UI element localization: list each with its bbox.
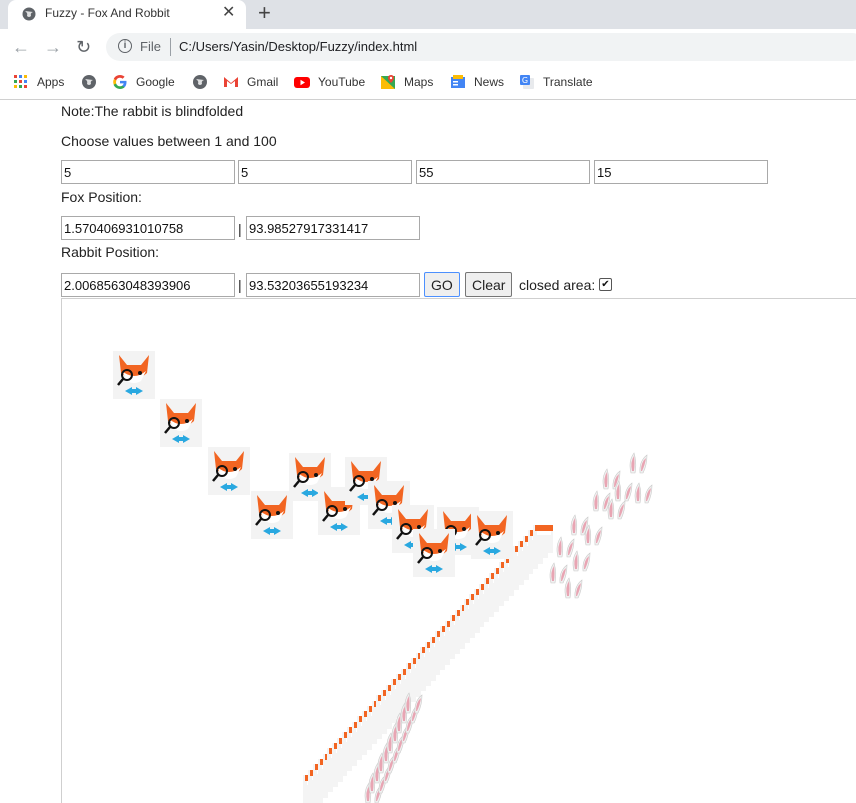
rabbit-position-label: Rabbit Position:: [61, 244, 160, 260]
translate-icon: G: [520, 75, 534, 89]
tab-close-icon[interactable]: ✕: [222, 4, 235, 22]
closed-area-label: closed area:: [519, 277, 596, 293]
forward-arrow-icon[interactable]: →: [44, 37, 62, 57]
reload-icon[interactable]: ↻: [76, 37, 91, 57]
google-icon: [113, 75, 127, 89]
maps-icon: [381, 75, 395, 89]
info-icon[interactable]: i: [118, 39, 132, 53]
value-input-4[interactable]: [594, 160, 768, 184]
tab-strip: Fuzzy - Fox And Robbit ✕ +: [0, 0, 856, 29]
page-content: Note:The rabbit is blindfolded Choose va…: [0, 100, 856, 803]
value-input-1[interactable]: [61, 160, 235, 184]
svg-text:G: G: [522, 76, 528, 85]
fox-sprite: [160, 399, 202, 452]
fox-sprite: [471, 511, 513, 564]
bookmarks-bar: Apps Google Gmail YouTube Maps News G Tr…: [0, 66, 856, 100]
instruction-text: Choose values between 1 and 100: [61, 133, 277, 149]
bookmark-label: Maps: [404, 75, 434, 89]
bookmark-label: Translate: [543, 75, 593, 89]
apps-grid-icon: [14, 75, 27, 88]
globe-icon: [22, 7, 36, 21]
bookmark-label: News: [474, 75, 505, 89]
rabbit-sprite: [561, 576, 585, 607]
bookmark-label: YouTube: [318, 75, 366, 89]
simulation-canvas: [61, 298, 856, 803]
closed-area-checkbox[interactable]: ✔: [599, 278, 612, 291]
fox-sprite: [251, 491, 293, 544]
note-text: Note:The rabbit is blindfolded: [61, 103, 244, 119]
globe-icon: [193, 75, 207, 89]
bookmark-label: Apps: [37, 75, 65, 89]
tab-title: Fuzzy - Fox And Robbit: [45, 6, 170, 20]
back-arrow-icon[interactable]: ←: [12, 37, 30, 57]
news-icon: [451, 75, 465, 88]
fox-sprite: [208, 447, 250, 500]
address-bar[interactable]: i File C:/Users/Yasin/Desktop/Fuzzy/inde…: [106, 33, 856, 61]
fox-y-input[interactable]: [246, 216, 420, 240]
fox-separator: |: [238, 221, 242, 237]
rabbit-sprite: [604, 497, 628, 528]
go-button[interactable]: GO: [424, 272, 460, 297]
omnibox-separator: [170, 38, 171, 56]
bookmark-label: Google: [136, 75, 175, 89]
clear-button[interactable]: Clear: [465, 272, 513, 297]
scheme-label: File: [140, 39, 161, 54]
rabbit-x-input[interactable]: [61, 273, 235, 297]
gmail-icon: [224, 77, 238, 87]
fox-sprite: [413, 529, 455, 582]
url-text[interactable]: C:/Users/Yasin/Desktop/Fuzzy/index.html: [179, 39, 417, 54]
value-input-2[interactable]: [238, 160, 412, 184]
globe-icon: [82, 75, 96, 89]
youtube-icon: [294, 77, 310, 88]
bookmark-label: Gmail: [247, 75, 279, 89]
rabbit-trail-sprite: [401, 691, 425, 722]
new-tab-button[interactable]: +: [258, 2, 271, 24]
fox-sprite: [113, 351, 155, 404]
fox-position-label: Fox Position:: [61, 189, 142, 205]
browser-toolbar: ← → ↻ i File C:/Users/Yasin/Desktop/Fuzz…: [0, 29, 856, 66]
fox-x-input[interactable]: [61, 216, 235, 240]
value-input-3[interactable]: [416, 160, 590, 184]
browser-tab[interactable]: Fuzzy - Fox And Robbit ✕: [8, 0, 246, 29]
rabbit-separator: |: [238, 277, 242, 293]
rabbit-sprite: [631, 481, 655, 512]
rabbit-sprite: [626, 451, 650, 482]
rabbit-y-input[interactable]: [246, 273, 420, 297]
